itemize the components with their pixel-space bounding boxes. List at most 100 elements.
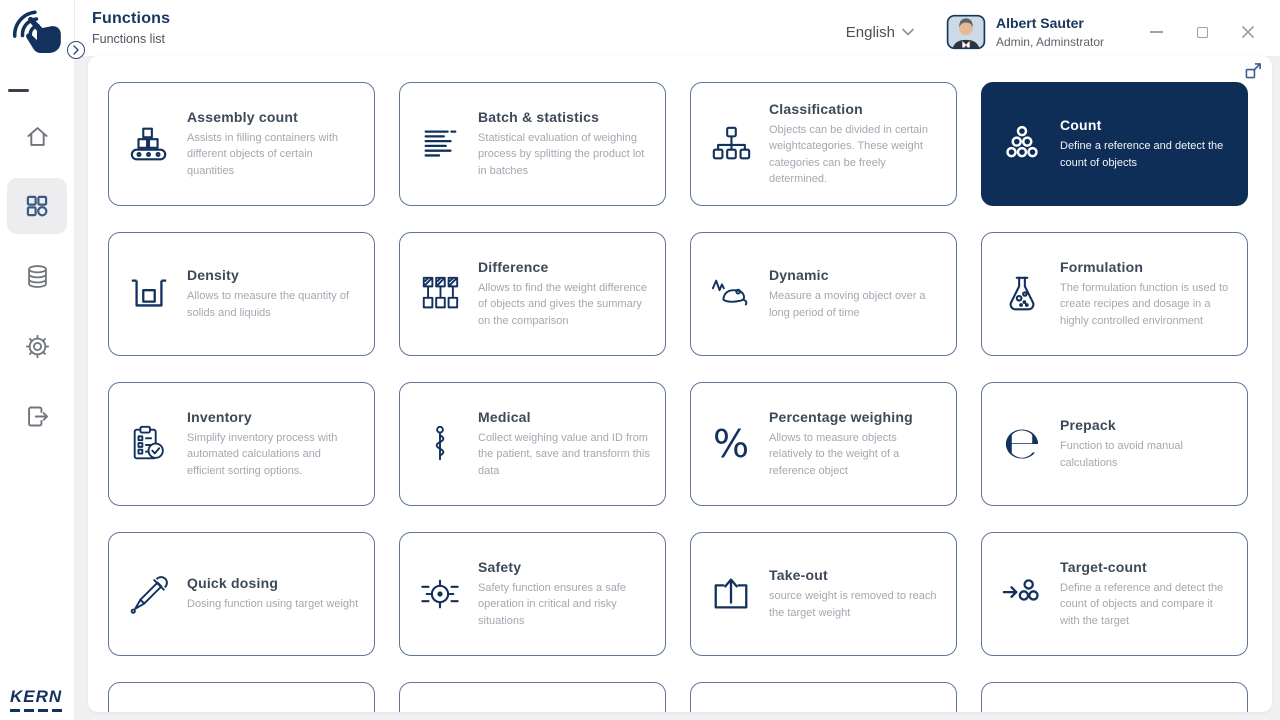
card-title: Difference [478, 258, 549, 275]
sidebar: KERN [0, 0, 75, 720]
card-title: Inventory [187, 408, 252, 425]
touch-app-logo-icon [8, 5, 66, 63]
kern-brand-logo: KERN [10, 687, 62, 712]
inventory-clipboard-icon [125, 423, 173, 465]
classification-icon [707, 123, 755, 165]
target-count-icon [998, 573, 1046, 615]
home-icon [24, 123, 51, 150]
function-card-partial[interactable] [690, 682, 957, 712]
function-card-density[interactable]: Density Allows to measure the quantity o… [108, 232, 375, 356]
function-card-dynamic[interactable]: Dynamic Measure a moving object over a l… [690, 232, 957, 356]
page-title: Functions [92, 10, 171, 27]
function-card-partial[interactable] [108, 682, 375, 712]
card-title: Medical [478, 408, 531, 425]
card-description: Define a reference and detect the count … [1060, 581, 1224, 627]
user-avatar[interactable] [946, 14, 986, 50]
sidebar-item-functions[interactable] [7, 178, 67, 234]
functions-panel: Assembly count Assists in filling contai… [88, 56, 1272, 712]
sidebar-item-logout[interactable] [7, 388, 67, 444]
card-description: The formulation function is used to crea… [1060, 281, 1229, 327]
sidebar-item-database[interactable] [7, 248, 67, 304]
function-card-safety[interactable]: Safety Safety function ensures a safe op… [399, 532, 666, 656]
card-description: source weight is removed to reach the ta… [769, 590, 937, 619]
batch-statistics-icon [416, 123, 464, 165]
language-selector[interactable]: English [846, 24, 914, 41]
count-icon [998, 123, 1046, 165]
maximize-button[interactable] [1194, 24, 1210, 40]
card-description: Define a reference and detect the count … [1060, 140, 1224, 169]
function-card-grid: Assembly count Assists in filling contai… [88, 56, 1272, 712]
card-description: Safety function ensures a safe operation… [478, 581, 626, 627]
card-title: Batch & statistics [478, 108, 600, 125]
card-description: Statistical evaluation of weighing proce… [478, 131, 645, 177]
card-description: Measure a moving object over a long peri… [769, 290, 926, 319]
apps-grid-icon [23, 192, 51, 220]
topbar-right: English Albert Sauter Admin, Adminstrato… [846, 10, 1256, 50]
topbar: Functions Functions list English Albert … [75, 0, 1280, 56]
card-title: Prepack [1060, 417, 1116, 433]
function-card-take-out[interactable]: Take-out source weight is removed to rea… [690, 532, 957, 656]
quick-dosing-pipette-icon [125, 573, 173, 615]
chevron-down-icon [902, 28, 914, 36]
page-subtitle: Functions list [92, 32, 165, 46]
function-card-difference[interactable]: Difference Allows to find the weight dif… [399, 232, 666, 356]
card-title: Classification [769, 100, 863, 117]
percent-icon: % [712, 422, 750, 466]
function-card-partial[interactable] [399, 682, 666, 712]
close-icon [1241, 25, 1255, 39]
card-description: Simplify inventory process with automate… [187, 431, 338, 477]
card-title: Density [187, 267, 239, 283]
function-card-classification[interactable]: Classification Objects can be divided in… [690, 82, 957, 206]
difference-icon [416, 273, 464, 315]
window-controls [1148, 24, 1256, 40]
function-card-prepack[interactable]: ℮ Prepack Function to avoid manual calcu… [981, 382, 1248, 506]
estimated-sign-icon: ℮ [1003, 418, 1041, 469]
card-title: Percentage weighing [769, 408, 913, 425]
card-title: Safety [478, 558, 522, 575]
gear-icon [24, 333, 51, 360]
medical-staff-icon [416, 423, 464, 465]
function-card-formulation[interactable]: Formulation The formulation function is … [981, 232, 1248, 356]
card-title: Count [1060, 117, 1102, 133]
sidebar-item-settings[interactable] [7, 318, 67, 374]
card-title: Target-count [1060, 558, 1147, 575]
function-card-inventory[interactable]: Inventory Simplify inventory process wit… [108, 382, 375, 506]
database-icon [24, 263, 51, 290]
user-role: Admin, Adminstrator [995, 35, 1104, 49]
function-card-batch-statistics[interactable]: Batch & statistics Statistical evaluatio… [399, 82, 666, 206]
function-card-medical[interactable]: Medical Collect weighing value and ID fr… [399, 382, 666, 506]
sidebar-divider [8, 89, 29, 92]
function-card-partial[interactable] [981, 682, 1248, 712]
card-description: Objects can be divided in certain weight… [769, 123, 928, 186]
card-title: Formulation [1060, 258, 1144, 275]
card-description: Allows to find the weight difference of … [478, 281, 648, 327]
function-card-count[interactable]: Count Define a reference and detect the … [981, 82, 1248, 206]
card-description: Collect weighing value and ID from the p… [478, 431, 650, 477]
minimize-icon [1149, 31, 1163, 33]
maximize-icon [1196, 26, 1208, 38]
card-title: Assembly count [187, 108, 298, 125]
minimize-button[interactable] [1148, 24, 1164, 40]
take-out-icon [707, 573, 755, 615]
close-button[interactable] [1240, 24, 1256, 40]
function-card-assembly-count[interactable]: Assembly count Assists in filling contai… [108, 82, 375, 206]
card-title: Dynamic [769, 267, 829, 283]
card-description: Assists in filling containers with diffe… [187, 131, 339, 177]
card-description: Allows to measure objects relatively to … [769, 431, 900, 477]
card-description: Allows to measure the quantity of solids… [187, 290, 350, 319]
resize-expand-icon [1245, 62, 1262, 79]
function-card-target-count[interactable]: Target-count Define a reference and dete… [981, 532, 1248, 656]
safety-crosshair-icon [416, 573, 464, 615]
user-info[interactable]: Albert Sauter Admin, Adminstrator [996, 15, 1104, 49]
sidebar-nav [7, 108, 67, 444]
formulation-flask-icon [998, 273, 1046, 315]
sidebar-item-home[interactable] [7, 108, 67, 164]
function-card-percentage-weighing[interactable]: % Percentage weighing Allows to measure … [690, 382, 957, 506]
expand-view-button[interactable] [1243, 60, 1264, 81]
user-name: Albert Sauter [995, 15, 1084, 31]
function-card-quick-dosing[interactable]: Quick dosing Dosing function using targe… [108, 532, 375, 656]
page-heading: Functions Functions list [92, 10, 170, 46]
card-description: Function to avoid manual calculations [1060, 440, 1183, 469]
dynamic-mouse-icon [707, 273, 755, 315]
sidebar-expand-button[interactable] [67, 41, 85, 59]
